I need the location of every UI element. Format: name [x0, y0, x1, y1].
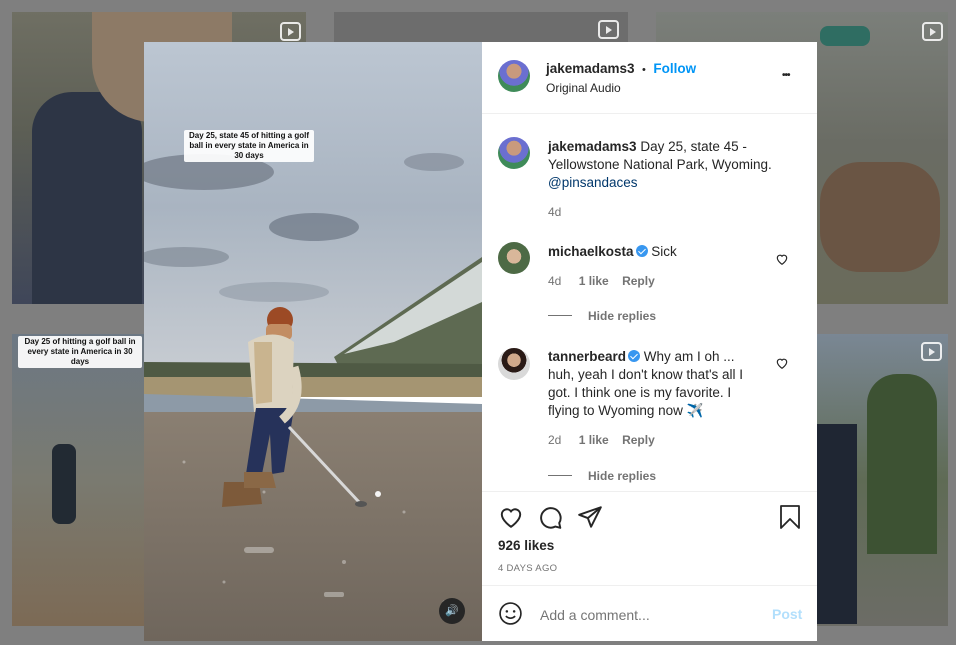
- author-username[interactable]: jakemadams3: [546, 61, 635, 76]
- comment-time[interactable]: 2d: [548, 433, 561, 447]
- commenter-avatar[interactable]: [498, 348, 530, 380]
- caption-time[interactable]: 4d: [548, 205, 561, 219]
- commenter-username[interactable]: tannerbeard: [548, 349, 626, 364]
- caption-username[interactable]: jakemadams3: [548, 139, 637, 154]
- comment-likes[interactable]: 1 like: [579, 433, 609, 447]
- comment-text: Why am I oh ...: [640, 349, 735, 364]
- action-bar: [482, 500, 817, 534]
- comment-text: Sick: [647, 244, 677, 259]
- follow-button[interactable]: Follow: [653, 61, 696, 76]
- reel-icon: [922, 22, 943, 41]
- reel-icon: [921, 342, 942, 361]
- post-header: jakemadams3 • Follow Original Audio •••: [482, 42, 817, 113]
- caption-block: jakemadams3 Day 25, state 45 - Yellowsto…: [482, 132, 817, 222]
- caption-text: Day 25, state 45 -: [636, 139, 747, 154]
- audio-label[interactable]: Original Audio: [546, 81, 621, 95]
- comment-box: Post: [482, 586, 817, 641]
- actions-divider: [482, 491, 817, 492]
- commenter-username[interactable]: michaelkosta: [548, 244, 634, 259]
- author-avatar[interactable]: [498, 60, 530, 92]
- reel-icon: [280, 22, 301, 41]
- comment-text-line4: flying to Wyoming now ✈️: [548, 403, 704, 418]
- like-comment-icon[interactable]: [775, 252, 789, 266]
- background-tile-4[interactable]: Day 25 of hitting a golf ball in every s…: [12, 334, 144, 626]
- reply-button[interactable]: Reply: [622, 274, 655, 288]
- comment-likes[interactable]: 1 like: [579, 274, 609, 288]
- background-tile-2[interactable]: [334, 12, 628, 42]
- verified-badge-icon: [628, 350, 641, 362]
- emoji-icon[interactable]: [498, 601, 523, 626]
- more-options-icon[interactable]: •••: [782, 70, 790, 81]
- save-icon[interactable]: [778, 504, 802, 530]
- video-caption-overlay: Day 25, state 45 of hitting a golf ball …: [184, 130, 314, 162]
- share-icon[interactable]: [577, 504, 603, 530]
- hide-replies-button[interactable]: Hide replies: [548, 307, 656, 325]
- tile-caption: Day 25 of hitting a golf ball in every s…: [18, 336, 142, 368]
- comment-icon[interactable]: [537, 504, 563, 530]
- post-modal: Day 25, state 45 of hitting a golf ball …: [144, 42, 817, 641]
- speaker-icon: 🔊: [445, 605, 459, 617]
- verified-badge-icon: [635, 245, 648, 257]
- like-comment-icon[interactable]: [775, 356, 789, 370]
- caption-text-line2: Yellowstone National Park, Wyoming.: [548, 157, 772, 172]
- mute-button[interactable]: 🔊: [439, 598, 465, 624]
- comment-time[interactable]: 4d: [548, 274, 561, 288]
- caption-avatar[interactable]: [498, 137, 530, 169]
- commenter-avatar[interactable]: [498, 242, 530, 274]
- comment-text-line2: huh, yeah I don't know that's all I: [548, 367, 744, 382]
- reel-icon: [598, 20, 619, 39]
- comment-input[interactable]: [538, 604, 752, 626]
- like-icon[interactable]: [498, 504, 524, 530]
- post-video[interactable]: Day 25, state 45 of hitting a golf ball …: [144, 42, 482, 641]
- background-tile-5[interactable]: [817, 334, 948, 626]
- reply-button[interactable]: Reply: [622, 433, 655, 447]
- post-timestamp[interactable]: 4 DAYS AGO: [498, 563, 557, 574]
- header-divider: [482, 113, 817, 114]
- likes-count[interactable]: 926 likes: [498, 538, 554, 553]
- hide-replies-button[interactable]: Hide replies: [548, 467, 656, 485]
- separator-dot: •: [642, 64, 646, 76]
- caption-mention[interactable]: @pinsandaces: [548, 175, 638, 190]
- post-details: jakemadams3 • Follow Original Audio ••• …: [482, 42, 817, 641]
- comment-text-line3: got. I think one is my favorite. I: [548, 385, 732, 400]
- post-comment-button[interactable]: Post: [772, 606, 802, 622]
